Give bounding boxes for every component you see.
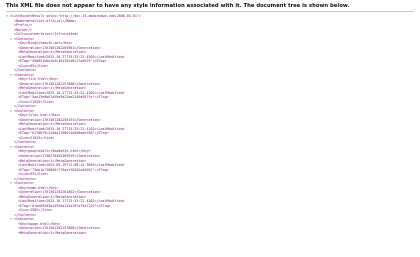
xml-text: <LastModified>2025-10-27T15:33:22.4102</… <box>18 126 125 131</box>
xml-text: </Contents> <box>14 176 37 181</box>
style-information-notice: This XML file does not appear to have an… <box>6 3 350 9</box>
xml-text: <Key>hpage.html</Key> <box>18 221 61 226</box>
xml-text: <MetaGeneration>1</MetaGeneration> <box>18 230 87 235</box>
xml-text: <Generation>1761561202262862</Generation… <box>18 190 101 195</box>
xml-text: <LastModified>2025-09-19T12:08:14.369Z</… <box>18 163 125 168</box>
xml-viewer-page: This XML file does not appear to have an… <box>0 0 420 257</box>
xml-text: <Contents> <box>14 181 35 186</box>
xml-text: <Generation>1761561202258191</Generation… <box>18 117 101 122</box>
xml-text: <ETag>"61780f9c244da3766614a6d0ad0f68"</… <box>18 131 109 136</box>
xml-text: <Contents> <box>14 144 35 149</box>
xml-text: <Key>file.html</Key> <box>18 77 59 82</box>
xml-text: <Contents> <box>14 217 35 222</box>
xml-text: </Contents> <box>14 212 37 217</box>
xml-line-48: <MetaGeneration>1</MetaGeneration> <box>6 231 414 236</box>
xml-text: <ETag>"01ee694d3b4492da142a787af5a7229"<… <box>18 203 111 208</box>
xml-text: <Generation>1761561202257868</Generation… <box>18 81 101 86</box>
xml-text: <Generation>1761561202257868</Generation… <box>18 226 101 231</box>
xml-document-tree: ▾ <ListBucketResult xmlns="http://doc.s3.… <box>6 14 414 235</box>
xml-text: </Contents> <box>14 68 37 73</box>
xml-text: <Generation>1761561202265981</Generation… <box>18 45 101 50</box>
xml-text: <LastModified>2025-10-27T15:33:22.4302</… <box>18 199 125 204</box>
xml-text: <Marker/> <box>14 27 33 32</box>
xml-text: <MetaGeneration>1</MetaGeneration> <box>18 194 87 199</box>
xml-text: <Size>21943</Size> <box>18 135 55 140</box>
xml-text: <Key>files.html</Key> <box>18 113 61 118</box>
notice-divider <box>6 11 414 12</box>
xml-text: <ListBucketResult xmlns="http://doc.s3.a… <box>10 14 141 18</box>
xml-text: <MetaGeneration>1</MetaGeneration> <box>18 50 87 55</box>
xml-text: <Contents> <box>14 108 35 113</box>
xml-text: <ETag>"49d051ebb2b4c3d330ce6117a0925"</E… <box>18 59 107 64</box>
xml-text: </Contents> <box>14 140 37 145</box>
xml-text: <IsTruncated>false</IsTruncated> <box>14 32 79 37</box>
xml-text: <Contents> <box>14 72 35 77</box>
xml-text: <ETag>"73eb1b730056f779aa1f0342a46052"</… <box>18 167 109 172</box>
xml-text: </Contents> <box>14 104 37 109</box>
xml-text: <Size>53</Size> <box>18 172 49 177</box>
xml-text: <Key>home.html</Key> <box>18 185 59 190</box>
xml-text: <Key>google4df1cf4ea0a52e.html</Key> <box>18 149 91 154</box>
xml-text: <Key>BingSiteAuth.xml</Key> <box>18 41 73 46</box>
xml-text: <ETag>"5aa13e0b67d59e5d22bd2349a957fe"</… <box>18 95 109 100</box>
xml-text: <Size>1982</Size> <box>18 208 53 213</box>
xml-text: <MetaGeneration>1</MetaGeneration> <box>18 86 87 91</box>
xml-text: <MetaGeneration>1</MetaGeneration> <box>18 158 87 163</box>
xml-text: <Size>85</Size> <box>18 63 49 68</box>
xml-text: <Contents> <box>14 36 35 41</box>
xml-text: <Name>metallics-official</Name> <box>14 18 77 23</box>
xml-text: <Prefix/> <box>14 23 33 28</box>
xml-text: <MetaGeneration>1</MetaGeneration> <box>18 122 87 127</box>
xml-text: <LastModified>2025-10-27T15:33:22.4502</… <box>18 54 125 59</box>
xml-text: <Generation>1758276494369595</Generation… <box>18 153 101 158</box>
xml-text: <LastModified>2025-10-27T15:33:22.4302</… <box>18 90 125 95</box>
xml-text: <Size>21935</Size> <box>18 99 55 104</box>
